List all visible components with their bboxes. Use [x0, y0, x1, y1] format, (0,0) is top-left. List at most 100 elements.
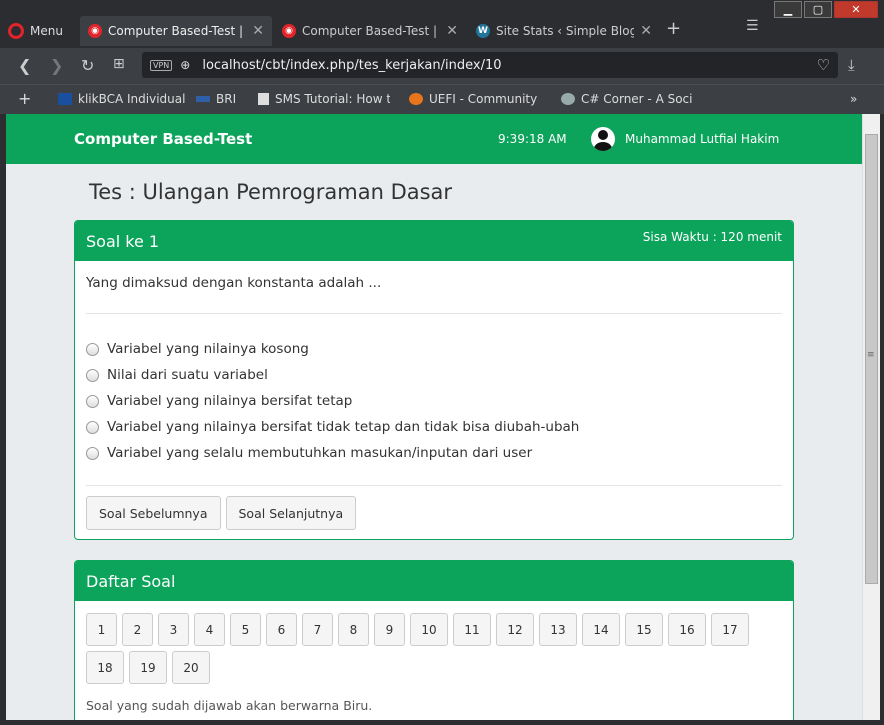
download-icon[interactable]: ⤓ [848, 56, 855, 74]
question-number-button[interactable]: 6 [266, 613, 297, 646]
vpn-badge[interactable]: VPN [150, 59, 173, 71]
option-label: Variabel yang nilainya kosong [107, 341, 309, 357]
tab-label: Site Stats ‹ Simple Blogs… [496, 24, 635, 38]
close-tab-icon[interactable]: ✕ [640, 23, 652, 39]
opera-logo-icon [8, 23, 24, 39]
option-label: Variabel yang nilainya bersifat tetap [107, 393, 353, 409]
new-tab-plus-icon[interactable]: + [666, 18, 681, 39]
question-number-button[interactable]: 13 [539, 613, 577, 646]
question-number-button[interactable]: 10 [410, 613, 448, 646]
question-number-button[interactable]: 19 [129, 651, 167, 684]
radio-button[interactable] [86, 394, 99, 408]
question-text: Yang dimaksud dengan konstanta adalah ..… [86, 275, 382, 291]
answer-option-a[interactable]: Variabel yang nilainya kosong [86, 336, 579, 362]
bookmark-label: UEFI - Community H [429, 92, 541, 106]
question-number-button[interactable]: 16 [668, 613, 706, 646]
question-number-button[interactable]: 14 [582, 613, 620, 646]
page-scrollbar[interactable]: ≡ [862, 114, 880, 720]
question-number-button[interactable]: 2 [122, 613, 153, 646]
tab-menu-icon[interactable]: ☰ [746, 18, 759, 34]
question-list-heading: Daftar Soal [86, 572, 176, 591]
app-navbar: Computer Based-Test 9:39:18 AM Muhammad … [6, 114, 862, 164]
question-number-button[interactable]: 7 [302, 613, 333, 646]
bookmark-label: klikBCA Individual [78, 92, 186, 106]
tab-label: Computer Based-Test | Ker [108, 24, 246, 38]
user-name[interactable]: Muhammad Lutfial Hakim [625, 132, 779, 146]
next-question-button[interactable]: Soal Selanjutnya [225, 496, 357, 530]
maximize-icon[interactable]: ▢ [804, 1, 832, 18]
bookmark-uefi[interactable]: UEFI - Community H [409, 92, 541, 106]
more-bookmarks-chevron-icon[interactable]: » [850, 92, 857, 106]
question-number-button[interactable]: 11 [453, 613, 491, 646]
cbt-favicon-icon: ◉ [282, 24, 296, 38]
previous-question-button[interactable]: Soal Sebelumnya [86, 496, 221, 530]
bookmark-klikbca[interactable]: klikBCA Individual [58, 92, 188, 106]
question-number-button[interactable]: 5 [230, 613, 261, 646]
question-number-button[interactable]: 8 [338, 613, 369, 646]
tab-3[interactable]: W Site Stats ‹ Simple Blogs… ✕ [468, 16, 660, 46]
add-bookmark-plus-icon[interactable]: + [18, 89, 31, 108]
question-number-button[interactable]: 4 [194, 613, 225, 646]
page-viewport: Computer Based-Test 9:39:18 AM Muhammad … [6, 114, 862, 720]
question-number-button[interactable]: 18 [86, 651, 124, 684]
question-number-button[interactable]: 20 [172, 651, 210, 684]
bookmark-bri[interactable]: BRI [196, 92, 248, 106]
question-heading: Soal ke 1 [86, 232, 160, 251]
back-arrow-icon[interactable]: ❮ [18, 56, 31, 75]
globe-icon: ⊕ [180, 58, 191, 72]
question-number-button[interactable]: 12 [496, 613, 534, 646]
close-tab-icon[interactable]: ✕ [446, 23, 458, 39]
radio-button[interactable] [86, 342, 99, 356]
bookmark-label: BRI [216, 92, 237, 106]
answer-option-e[interactable]: Variabel yang selalu membutuhkan masukan… [86, 440, 579, 466]
answer-option-b[interactable]: Nilai dari suatu variabel [86, 362, 579, 388]
close-window-icon[interactable]: ✕ [834, 1, 878, 18]
bri-favicon-icon [196, 96, 210, 102]
question-number-button[interactable]: 1 [86, 613, 117, 646]
radio-button[interactable] [86, 420, 99, 434]
radio-button[interactable] [86, 446, 99, 460]
question-number-button[interactable]: 15 [625, 613, 663, 646]
user-avatar-icon[interactable] [591, 127, 615, 151]
option-label: Nilai dari suatu variabel [107, 367, 268, 383]
question-panel-header: Soal ke 1 Sisa Waktu : 120 menit [75, 221, 793, 261]
uefi-favicon-icon [409, 93, 423, 105]
remaining-time: Sisa Waktu : 120 menit [642, 230, 782, 244]
scroll-grip-icon: ≡ [867, 350, 875, 360]
question-number-button[interactable]: 17 [711, 613, 749, 646]
question-number-button[interactable]: 9 [374, 613, 405, 646]
heart-icon[interactable]: ♡ [817, 56, 830, 74]
forward-arrow-icon[interactable]: ❯ [50, 56, 63, 75]
app-brand[interactable]: Computer Based-Test [74, 130, 252, 148]
option-label: Variabel yang nilainya bersifat tidak te… [107, 419, 580, 435]
question-number-button[interactable]: 3 [158, 613, 189, 646]
tab-1[interactable]: ◉ Computer Based-Test | Ker ✕ [80, 16, 272, 46]
answer-option-c[interactable]: Variabel yang nilainya bersifat tetap [86, 388, 579, 414]
question-number-grid: 1 2 3 4 5 6 7 8 9 10 11 12 13 14 15 16 17 18 19 20 [86, 613, 776, 684]
page-title: Tes : Ulangan Pemrograman Dasar [89, 180, 453, 204]
window-controls: ▁ ▢ ✕ [774, 1, 878, 18]
question-list-panel: Daftar Soal 1 2 3 4 5 6 7 8 9 10 11 12 13 14 15 16 17 18 1… [74, 560, 794, 720]
answer-option-d[interactable]: Variabel yang nilainya bersifat tidak te… [86, 414, 579, 440]
bookmark-sms-tutorial[interactable]: SMS Tutorial: How to [258, 92, 390, 106]
minimize-icon[interactable]: ▁ [774, 1, 802, 18]
divider [86, 485, 782, 486]
bca-favicon-icon [58, 93, 72, 105]
bookmarks-bar: + klikBCA Individual BRI SMS Tutorial: H… [0, 84, 884, 114]
opera-menu-button[interactable]: Menu [8, 18, 63, 44]
answered-note: Soal yang sudah dijawab akan berwarna Bi… [86, 698, 373, 713]
question-panel: Soal ke 1 Sisa Waktu : 120 menit Yang di… [74, 220, 794, 540]
cbt-favicon-icon: ◉ [88, 24, 102, 38]
tab-2[interactable]: ◉ Computer Based-Test | Ha ✕ [274, 16, 466, 46]
bookmark-label: SMS Tutorial: How to [275, 92, 390, 106]
question-list-header: Daftar Soal [75, 561, 793, 601]
question-nav-buttons: Soal Sebelumnya Soal Selanjutnya [86, 496, 357, 530]
page-favicon-icon [258, 93, 269, 105]
reload-icon[interactable]: ↻ [81, 56, 94, 75]
radio-button[interactable] [86, 368, 99, 382]
url-field[interactable]: VPN ⊕ localhost/cbt/index.php/tes_kerjak… [142, 52, 838, 78]
close-tab-icon[interactable]: ✕ [252, 23, 264, 39]
bookmark-csharp-corner[interactable]: C# Corner - A Social [561, 92, 693, 106]
speed-dial-grid-icon[interactable]: ⊞ [113, 56, 125, 72]
option-label: Variabel yang selalu membutuhkan masukan… [107, 445, 533, 461]
